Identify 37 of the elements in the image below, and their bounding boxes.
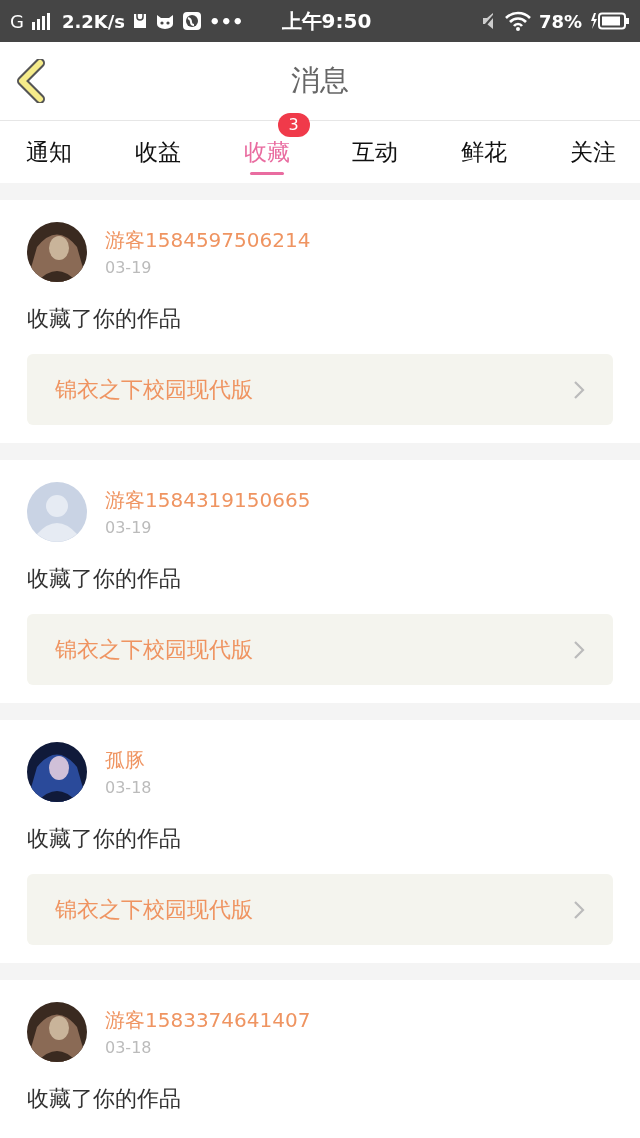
work-link[interactable]: 锦衣之下校园现代版: [27, 354, 613, 425]
cat-icon: [155, 13, 176, 29]
tab[interactable]: 关注: [558, 121, 628, 183]
shopping-bag-icon: [133, 13, 148, 29]
message-date: 03-18: [105, 778, 152, 797]
work-link[interactable]: 锦衣之下校园现代版: [27, 614, 613, 685]
chevron-right-icon: [573, 639, 585, 660]
message-text: 收藏了你的作品: [27, 565, 182, 593]
back-button[interactable]: [16, 59, 46, 103]
user-name[interactable]: 游客1584319150665: [105, 487, 311, 514]
battery-percent: 78%: [538, 10, 582, 32]
clock: 上午9:50: [281, 7, 372, 35]
user-name[interactable]: 孤豚: [105, 747, 152, 774]
message-date: 03-18: [105, 1038, 153, 1057]
battery-icon: [590, 12, 630, 30]
chevron-right-icon: [573, 899, 585, 920]
chevron-right-icon: [573, 379, 585, 400]
message-date: 03-19: [105, 258, 153, 277]
network-type: G: [10, 10, 24, 32]
tab[interactable]: 通知: [14, 121, 84, 183]
user-name[interactable]: 游客1583374641407: [105, 1007, 311, 1034]
wifi-icon: [504, 11, 531, 31]
globe-icon: [183, 12, 202, 30]
message-text: 收藏了你的作品: [27, 1085, 182, 1113]
tab[interactable]: 收益: [122, 121, 193, 183]
more-indicator: •••: [209, 10, 244, 32]
default-avatar-icon: [27, 482, 87, 542]
user-name[interactable]: 游客1584597506214: [105, 227, 311, 254]
message-text: 收藏了你的作品: [27, 825, 182, 853]
message-text: 收藏了你的作品: [27, 305, 182, 333]
message-date: 03-19: [105, 518, 153, 537]
work-link[interactable]: 锦衣之下校园现代版: [27, 874, 613, 945]
tab[interactable]: 鲜花: [449, 121, 520, 183]
network-speed: 2.2K/s: [61, 10, 126, 32]
page-title: 消息: [291, 62, 349, 99]
count-badge: 3: [277, 113, 310, 137]
tab[interactable]: 互动: [340, 121, 411, 183]
